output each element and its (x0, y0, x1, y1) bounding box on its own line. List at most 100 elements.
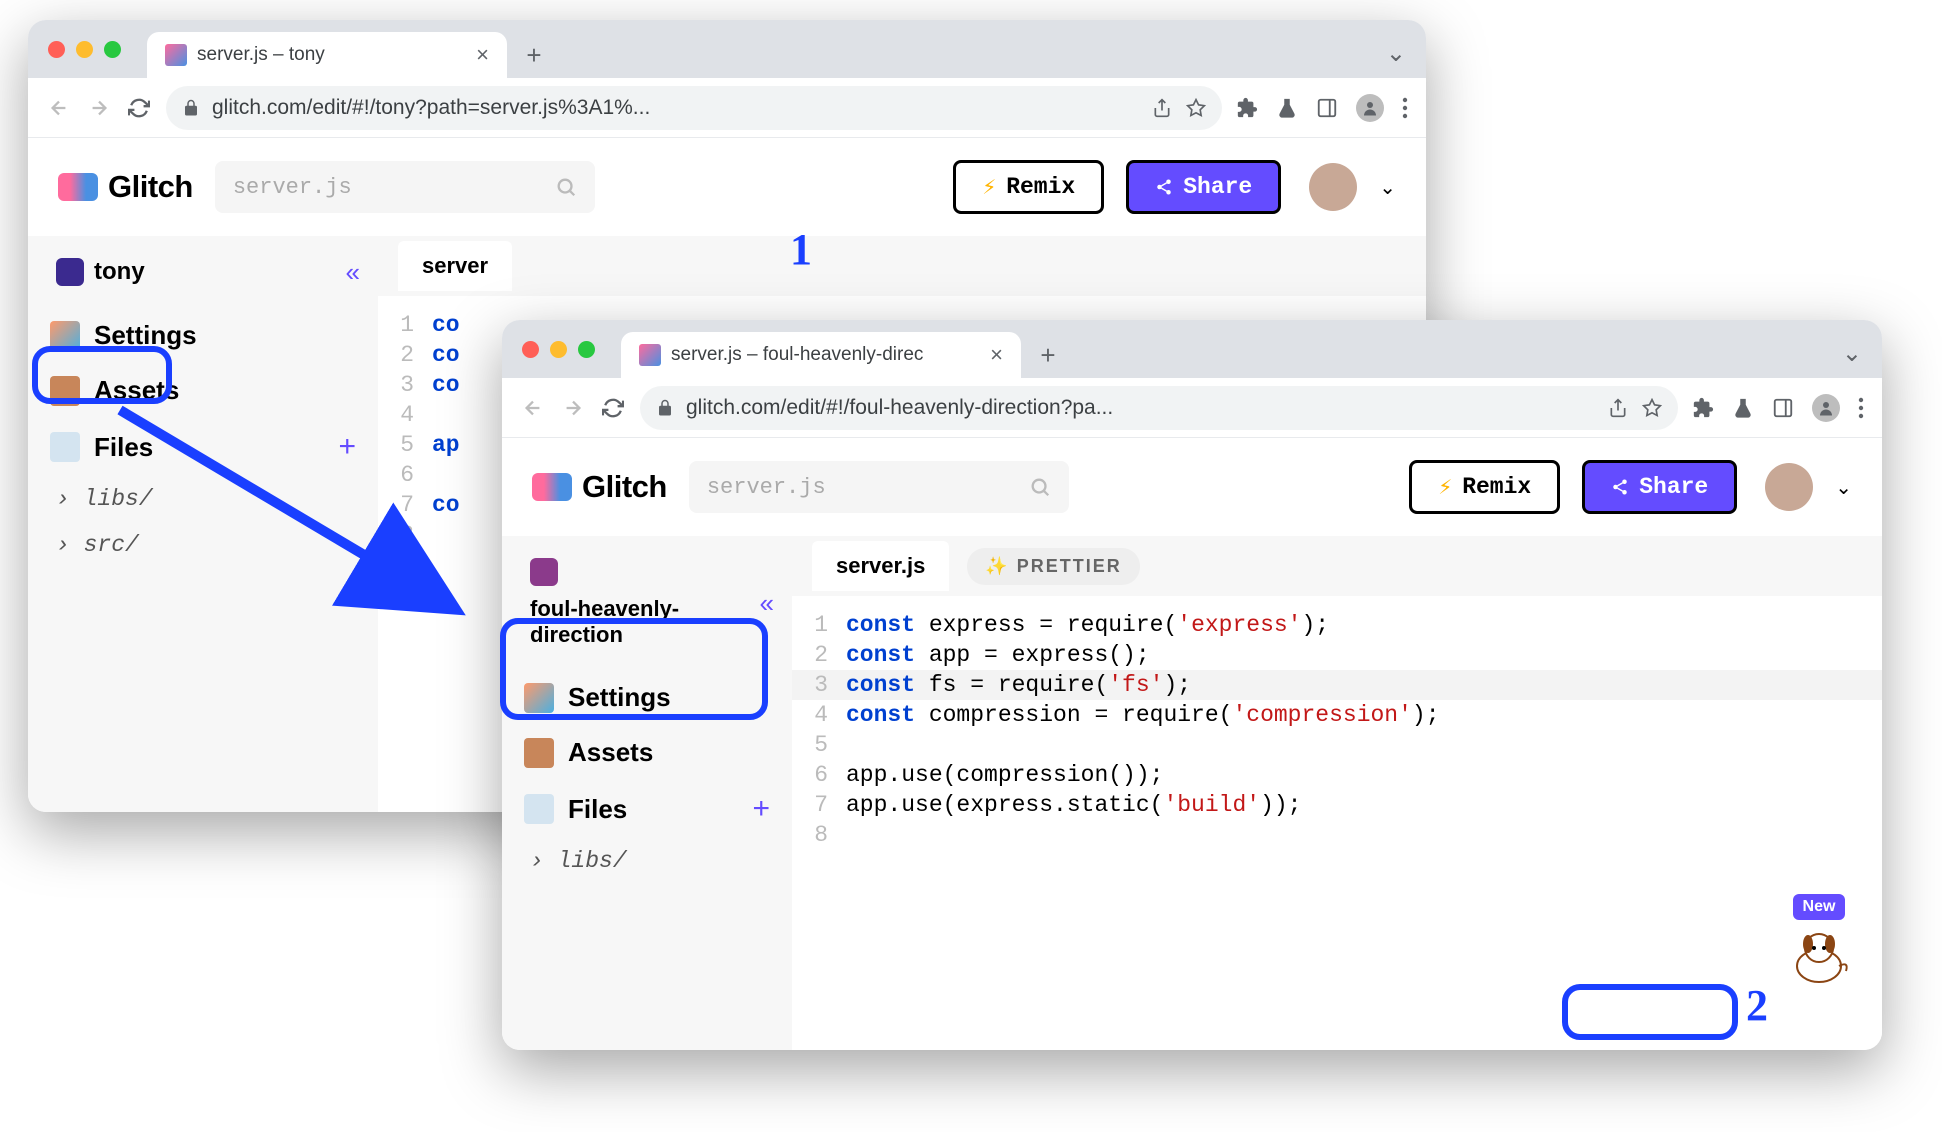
extensions-icon[interactable] (1236, 97, 1258, 119)
forward-button[interactable] (86, 95, 112, 121)
glitch-mascot[interactable]: New (1784, 894, 1854, 986)
add-file-icon[interactable]: + (752, 792, 770, 826)
tab-list-chevron-icon[interactable]: ⌄ (1842, 339, 1862, 368)
dog-icon (1784, 926, 1854, 986)
tab-title: server.js – tony (197, 44, 325, 66)
settings-icon (50, 321, 80, 351)
share-page-icon[interactable] (1152, 98, 1172, 118)
back-button[interactable] (46, 95, 72, 121)
project-icon (56, 258, 84, 286)
lightning-icon: ⚡ (982, 174, 996, 201)
profile-avatar[interactable] (1812, 394, 1840, 422)
favicon-icon (639, 344, 661, 366)
share-button[interactable]: Share (1582, 460, 1737, 514)
remix-button[interactable]: ⚡ Remix (1409, 460, 1560, 514)
address-bar: glitch.com/edit/#!/tony?path=server.js%3… (28, 78, 1426, 138)
window-minimize[interactable] (550, 341, 567, 358)
browser-window-front: server.js – foul-heavenly-direc × + ⌄ gl… (502, 320, 1882, 1050)
new-badge: New (1793, 894, 1846, 920)
tab-title: server.js – foul-heavenly-direc (671, 344, 923, 366)
url-input[interactable]: glitch.com/edit/#!/tony?path=server.js%3… (166, 86, 1222, 130)
sidebar-item-settings[interactable]: Settings (502, 670, 792, 725)
file-search-input[interactable]: server.js (689, 461, 1069, 513)
sidebar: foul-heavenly-direction « Settings Asset… (502, 536, 792, 1050)
sidebar: tony « Settings Assets Files+ › libs/ › … (28, 236, 378, 812)
assets-icon (524, 738, 554, 768)
remix-button[interactable]: ⚡ Remix (953, 160, 1104, 214)
editor-tab[interactable]: server.js (812, 541, 949, 591)
glitch-logo[interactable]: Glitch (58, 169, 193, 205)
new-tab-button[interactable]: + (1029, 336, 1067, 374)
kebab-menu-icon[interactable] (1858, 397, 1864, 419)
close-tab-icon[interactable]: × (990, 342, 1003, 368)
annotation-number-2: 2 (1746, 980, 1768, 1031)
share-page-icon[interactable] (1608, 398, 1628, 418)
lightning-icon: ⚡ (1438, 474, 1452, 501)
files-icon (524, 794, 554, 824)
user-menu-chevron-icon[interactable]: ⌄ (1379, 175, 1396, 200)
kebab-menu-icon[interactable] (1402, 97, 1408, 119)
share-icon (1611, 478, 1629, 496)
labs-icon[interactable] (1276, 97, 1298, 119)
folder-item[interactable]: › libs/ (502, 838, 792, 884)
forward-button[interactable] (560, 395, 586, 421)
tab-strip: server.js – foul-heavenly-direc × + ⌄ (502, 320, 1882, 378)
sidebar-item-files[interactable]: Files+ (502, 780, 792, 838)
panel-icon[interactable] (1772, 397, 1794, 419)
address-bar: glitch.com/edit/#!/foul-heavenly-directi… (502, 378, 1882, 438)
back-button[interactable] (520, 395, 546, 421)
reload-button[interactable] (600, 395, 626, 421)
editor-tab[interactable]: server (398, 241, 512, 291)
project-chip[interactable]: foul-heavenly-direction (516, 550, 716, 656)
window-close[interactable] (48, 41, 65, 58)
collapse-sidebar-icon[interactable]: « (760, 588, 774, 619)
lock-icon (182, 99, 200, 117)
tab-strip: server.js – tony × + ⌄ (28, 20, 1426, 78)
bookmark-icon[interactable] (1642, 398, 1662, 418)
file-search-input[interactable]: server.js (215, 161, 595, 213)
panel-icon[interactable] (1316, 97, 1338, 119)
folder-item[interactable]: › src/ (28, 522, 378, 568)
assets-icon (50, 376, 80, 406)
user-avatar[interactable] (1309, 163, 1357, 211)
sidebar-item-assets[interactable]: Assets (28, 363, 378, 418)
share-button[interactable]: Share (1126, 160, 1281, 214)
window-close[interactable] (522, 341, 539, 358)
url-text: glitch.com/edit/#!/tony?path=server.js%3… (212, 96, 650, 120)
extensions-icon[interactable] (1692, 397, 1714, 419)
settings-icon (524, 683, 554, 713)
bookmark-icon[interactable] (1186, 98, 1206, 118)
browser-tab[interactable]: server.js – tony × (147, 32, 507, 78)
lock-icon (656, 399, 674, 417)
tab-list-chevron-icon[interactable]: ⌄ (1386, 39, 1406, 68)
share-icon (1155, 178, 1173, 196)
profile-avatar[interactable] (1356, 94, 1384, 122)
project-chip[interactable]: tony (42, 250, 159, 294)
window-maximize[interactable] (578, 341, 595, 358)
favicon-icon (165, 44, 187, 66)
code-editor[interactable]: server.js ✨ PRETTIER 1const express = re… (792, 536, 1882, 1050)
files-icon (50, 432, 80, 462)
window-minimize[interactable] (76, 41, 93, 58)
sidebar-item-assets[interactable]: Assets (502, 725, 792, 780)
app-header: Glitch server.js ⚡ Remix Share ⌄ (28, 138, 1426, 236)
new-tab-button[interactable]: + (515, 36, 553, 74)
add-file-icon[interactable]: + (338, 430, 356, 464)
sidebar-item-settings[interactable]: Settings (28, 308, 378, 363)
prettier-button[interactable]: ✨ PRETTIER (967, 548, 1139, 585)
window-maximize[interactable] (104, 41, 121, 58)
url-input[interactable]: glitch.com/edit/#!/foul-heavenly-directi… (640, 386, 1678, 430)
folder-item[interactable]: › libs/ (28, 476, 378, 522)
project-icon (530, 558, 558, 586)
close-tab-icon[interactable]: × (476, 42, 489, 68)
labs-icon[interactable] (1732, 397, 1754, 419)
user-avatar[interactable] (1765, 463, 1813, 511)
sidebar-item-files[interactable]: Files+ (28, 418, 378, 476)
search-icon (555, 176, 577, 198)
reload-button[interactable] (126, 95, 152, 121)
glitch-logo[interactable]: Glitch (532, 469, 667, 505)
collapse-sidebar-icon[interactable]: « (346, 257, 360, 288)
browser-tab[interactable]: server.js – foul-heavenly-direc × (621, 332, 1021, 378)
url-text: glitch.com/edit/#!/foul-heavenly-directi… (686, 396, 1113, 420)
user-menu-chevron-icon[interactable]: ⌄ (1835, 475, 1852, 500)
